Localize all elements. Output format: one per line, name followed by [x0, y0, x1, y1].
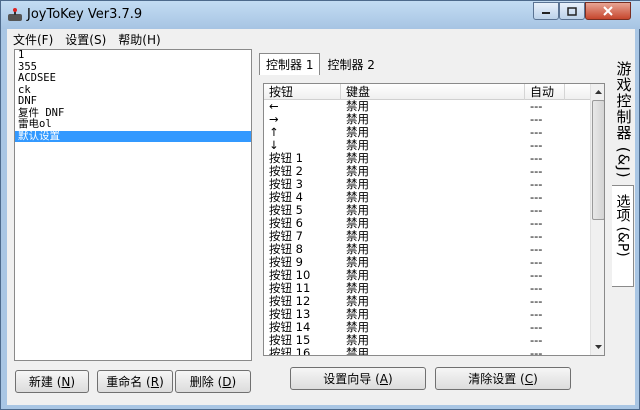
delete-profile-button[interactable]: 删除 (D) [175, 370, 251, 393]
rename-label: 重命名 [106, 375, 143, 389]
arrow-up-icon [595, 90, 602, 94]
wizard-label: 设置向导 [323, 372, 372, 386]
menu-settings[interactable]: 设置(S) [59, 29, 112, 48]
row-key-cell: 禁用 [346, 346, 369, 356]
row-auto-cell: --- [530, 346, 543, 356]
scroll-up-button[interactable] [591, 84, 604, 100]
controller-tabs: 控制器 1 控制器 2 [259, 53, 382, 75]
setup-wizard-button[interactable]: 设置向导 (A) [290, 367, 426, 390]
maximize-button[interactable] [559, 2, 585, 20]
header-auto[interactable]: 自动 [525, 84, 565, 100]
scroll-thumb[interactable] [592, 100, 604, 220]
header-button[interactable]: 按钮 [264, 84, 341, 100]
new-profile-button[interactable]: 新建 (N) [15, 370, 89, 393]
grid-rows: ← 禁用 --- → 禁用 --- ↑ 禁用 --- ↓ 禁用 --- 按钮 1 禁用 --- 按钮 2 禁用 -… [264, 100, 590, 356]
row-button-cell: 按钮 16 [269, 346, 311, 356]
client-area: 文件(F) 设置(S) 帮助(H) 1 355 ACDSEE ck DNF 复件 DNF 雷… [7, 29, 635, 405]
title-bar[interactable]: JoyToKey Ver3.7.9 [1, 1, 640, 29]
joystick-icon [8, 8, 22, 21]
profile-list[interactable]: 1 355 ACDSEE ck DNF 复件 DNF 雷电ol 默认设置 [14, 49, 252, 361]
wizard-accel: A [379, 371, 389, 386]
table-row[interactable]: 按钮 16 禁用 --- [264, 347, 590, 356]
app-window: JoyToKey Ver3.7.9 文件(F) 设置(S) 帮助(H) 1 355… [0, 0, 640, 410]
grid-header: 按钮 键盘 自动 [264, 84, 590, 100]
clear-settings-button[interactable]: 清除设置 (C) [435, 367, 571, 390]
profile-item[interactable]: ACDSEE [15, 72, 251, 85]
clear-label: 清除设置 [468, 372, 517, 386]
tab-controller-1[interactable]: 控制器 1 [259, 53, 321, 75]
profile-item[interactable]: ck [15, 84, 251, 97]
header-keyboard[interactable]: 键盘 [341, 84, 525, 100]
minimize-icon [542, 12, 550, 14]
new-label: 新建 [28, 375, 53, 389]
profile-item[interactable]: 默认设置 [15, 130, 251, 142]
maximize-icon [567, 6, 577, 16]
delete-label: 删除 [189, 375, 214, 389]
button-assignment-grid[interactable]: 按钮 键盘 自动 ← 禁用 --- → 禁用 --- ↑ 禁用 --- ↓ 禁用 --- 按钮 1 禁用 -… [263, 83, 605, 356]
delete-accel: D [222, 374, 232, 389]
vertical-scrollbar[interactable] [590, 84, 604, 355]
clear-accel: C [524, 371, 534, 386]
rename-accel: R [150, 374, 160, 389]
minimize-button[interactable] [533, 2, 559, 20]
arrow-down-icon [595, 345, 602, 349]
menu-help[interactable]: 帮助(H) [112, 29, 166, 48]
tab-options[interactable]: 选项 (&P) [612, 185, 634, 287]
profile-item[interactable]: 雷电ol [15, 118, 251, 131]
menu-file[interactable]: 文件(F) [7, 29, 59, 48]
tab-controller-2[interactable]: 控制器 2 [320, 53, 381, 75]
window-title: JoyToKey Ver3.7.9 [27, 7, 143, 22]
new-accel: N [61, 374, 71, 389]
menu-bar: 文件(F) 设置(S) 帮助(H) [7, 29, 635, 48]
close-button[interactable] [585, 2, 631, 20]
profile-item[interactable]: DNF [15, 95, 251, 108]
scroll-down-button[interactable] [591, 339, 604, 355]
rename-profile-button[interactable]: 重命名 (R) [97, 370, 173, 393]
profile-item[interactable]: 1 [15, 50, 251, 62]
close-icon [603, 6, 613, 16]
